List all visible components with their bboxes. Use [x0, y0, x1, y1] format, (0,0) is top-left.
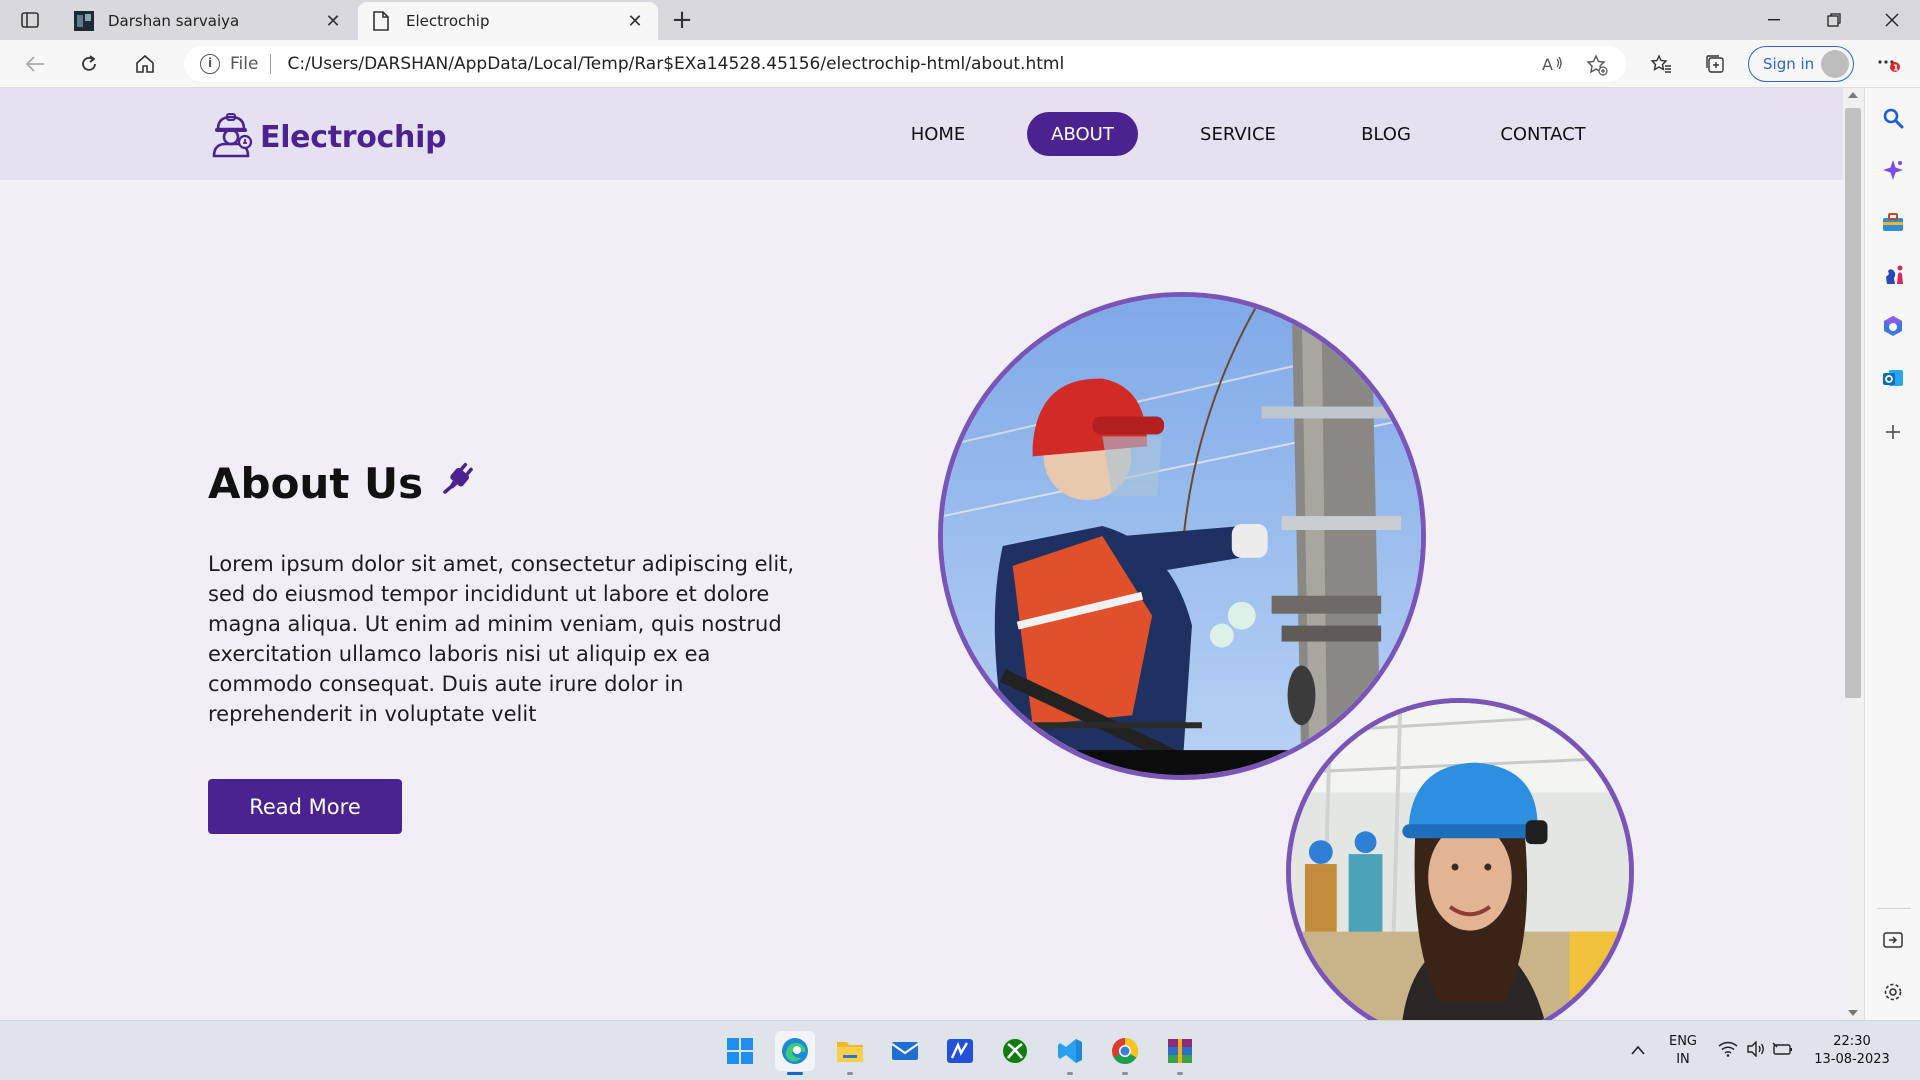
svg-text:1: 1 — [1893, 64, 1899, 73]
nav-home[interactable]: HOME — [898, 112, 978, 156]
url-text[interactable]: C:/Users/DARSHAN/AppData/Local/Temp/Rar$… — [287, 54, 1064, 74]
running-indicator — [1177, 1072, 1183, 1075]
profile-avatar-icon — [1821, 50, 1849, 78]
settings-more-button[interactable]: 1 — [1872, 48, 1906, 80]
xbox-icon[interactable] — [995, 1031, 1035, 1071]
add-favorite-icon[interactable] — [1586, 54, 1608, 81]
running-indicator — [847, 1072, 853, 1075]
nav-service[interactable]: SERVICE — [1190, 112, 1286, 156]
clock-time: 22:30 — [1833, 1034, 1871, 1049]
browser-tab-strip: Darshan sarvaiya ✕ Electrochip ✕ + — [0, 0, 1920, 40]
language-line2: IN — [1676, 1052, 1690, 1067]
games-chess-icon[interactable] — [1879, 260, 1907, 288]
address-separator — [270, 54, 272, 74]
nav-blog[interactable]: BLOG — [1352, 112, 1420, 156]
vscode-icon[interactable] — [1050, 1031, 1090, 1075]
clock-date: 13-08-2023 — [1814, 1052, 1890, 1067]
microsoft-365-icon[interactable] — [1879, 312, 1907, 340]
page-scrollbar[interactable] — [1843, 88, 1863, 1020]
collections-button[interactable] — [1698, 48, 1732, 80]
running-indicator — [1122, 1072, 1128, 1075]
sign-in-button[interactable]: Sign in — [1748, 46, 1854, 82]
outlook-icon[interactable] — [1879, 364, 1907, 392]
sidebar-divider — [1877, 908, 1911, 909]
about-paragraph: Lorem ipsum dolor sit amet, consectetur … — [208, 552, 795, 726]
scheme-label: File — [230, 54, 259, 74]
chrome-icon[interactable] — [1105, 1031, 1145, 1075]
page-title: About Us — [208, 458, 479, 508]
scroll-up-icon[interactable] — [1848, 92, 1858, 98]
nav-contact[interactable]: CONTACT — [1490, 112, 1596, 156]
sidebar-settings-gear-icon[interactable] — [1879, 978, 1907, 1006]
winrar-icon[interactable] — [1160, 1031, 1200, 1075]
woman-engineer-hard-hat-photo — [1286, 698, 1634, 1020]
edge-sidebar — [1864, 88, 1920, 1020]
tab-actions-icon[interactable] — [16, 8, 44, 32]
close-tab-icon[interactable]: ✕ — [626, 11, 644, 32]
plug-icon — [439, 458, 479, 508]
electrician-on-pole-photo — [938, 292, 1426, 780]
engineer-logo-icon — [208, 112, 254, 162]
battery-icon[interactable] — [1772, 1041, 1794, 1061]
show-hidden-icons-chevron-up-icon[interactable] — [1630, 1041, 1646, 1060]
new-tab-button[interactable]: + — [666, 4, 698, 36]
read-more-button[interactable]: Read More — [208, 779, 402, 834]
favorites-button[interactable] — [1644, 48, 1678, 80]
tools-briefcase-icon[interactable] — [1879, 208, 1907, 236]
minimize-button[interactable] — [1746, 0, 1802, 40]
read-aloud-icon[interactable]: A — [1542, 54, 1564, 79]
copilot-sparkle-icon[interactable] — [1879, 156, 1907, 184]
file-explorer-icon[interactable] — [830, 1031, 870, 1075]
page-icon — [372, 11, 392, 31]
windows-start-icon[interactable] — [720, 1031, 760, 1071]
hide-sidebar-icon[interactable] — [1879, 926, 1907, 954]
scroll-thumb[interactable] — [1845, 108, 1861, 698]
volume-icon[interactable] — [1746, 1040, 1766, 1061]
tab-title: Darshan sarvaiya — [108, 12, 240, 30]
page-title-text: About Us — [208, 458, 424, 508]
tab-darshan-sarvaiya[interactable]: Darshan sarvaiya ✕ — [60, 2, 356, 40]
language-line1: ENG — [1668, 1034, 1697, 1049]
wifi-icon[interactable] — [1718, 1041, 1738, 1061]
tab-electrochip[interactable]: Electrochip ✕ — [358, 2, 658, 40]
close-window-button[interactable] — [1864, 0, 1920, 40]
tab-title: Electrochip — [406, 12, 490, 30]
brand-name: Electrochip — [260, 119, 447, 155]
site-header: Electrochip HOME ABOUT SERVICE BLOG CONT… — [0, 88, 1843, 180]
language-indicator[interactable]: ENG IN — [1665, 1033, 1701, 1069]
brand-logo[interactable]: Electrochip — [208, 112, 447, 162]
home-button[interactable] — [128, 48, 162, 80]
windows-taskbar: ENG IN 22:30 13-08-2023 — [0, 1020, 1920, 1080]
nav-about[interactable]: ABOUT — [1027, 112, 1138, 156]
active-indicator — [787, 1072, 803, 1075]
add-sidebar-app-icon[interactable] — [1879, 418, 1907, 446]
refresh-button[interactable] — [72, 48, 106, 80]
close-tab-icon[interactable]: ✕ — [324, 11, 342, 32]
sign-in-label: Sign in — [1763, 55, 1815, 73]
site-info-icon[interactable]: i — [200, 54, 220, 74]
scroll-down-icon[interactable] — [1848, 1010, 1858, 1016]
system-clock[interactable]: 22:30 13-08-2023 — [1812, 1033, 1892, 1069]
back-button[interactable] — [18, 48, 52, 80]
edge-icon[interactable] — [775, 1031, 815, 1075]
search-icon[interactable] — [1879, 104, 1907, 132]
browser-toolbar: i File C:/Users/DARSHAN/AppData/Local/Te… — [0, 40, 1920, 88]
svg-text:A: A — [1542, 55, 1553, 74]
address-bar[interactable]: i File C:/Users/DARSHAN/AppData/Local/Te… — [184, 46, 1626, 82]
notes-app-icon[interactable] — [940, 1031, 980, 1071]
mail-icon[interactable] — [885, 1031, 925, 1071]
restore-button[interactable] — [1806, 0, 1862, 40]
site-favicon-icon — [74, 11, 94, 31]
page-viewport: Electrochip HOME ABOUT SERVICE BLOG CONT… — [0, 88, 1843, 1020]
running-indicator — [1067, 1072, 1073, 1075]
